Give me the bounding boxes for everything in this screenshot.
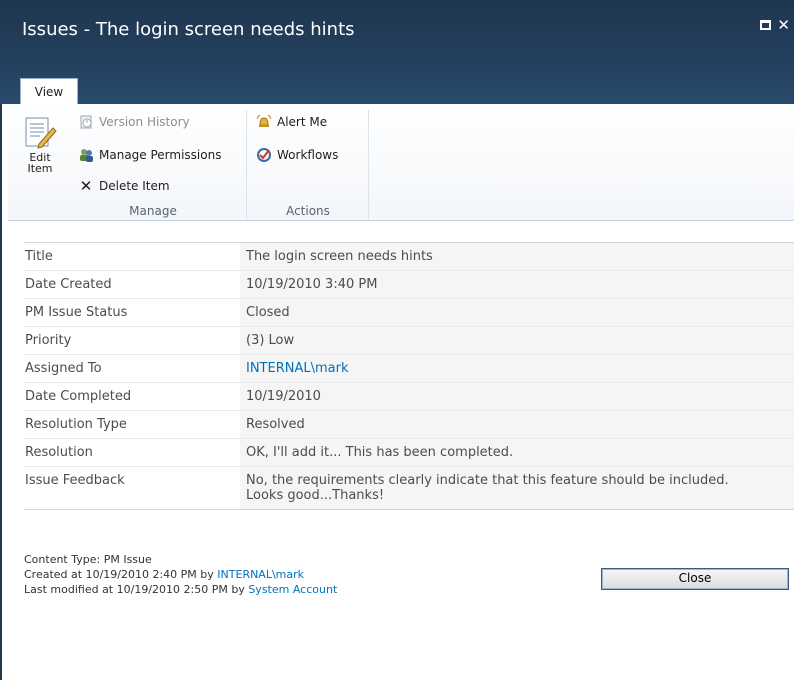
version-history-button[interactable]: Version History [78,112,190,132]
field-label: PM Issue Status [25,305,128,320]
feedback-line-1: No, the requirements clearly indicate th… [246,473,729,488]
close-button[interactable]: Close [601,568,789,590]
version-history-icon [80,115,92,129]
table-row: Resolution Type Resolved [24,411,794,439]
table-row: Assigned To INTERNAL\mark [24,355,794,383]
delete-item-button[interactable]: ✕ Delete Item [78,176,170,196]
group-divider [368,110,369,220]
maximize-icon[interactable] [760,20,772,30]
manage-permissions-button[interactable]: Manage Permissions [78,145,221,165]
field-value: Resolved [240,411,794,438]
delete-x-icon: ✕ [79,177,93,195]
people-icon [80,149,93,162]
field-label: Date Created [25,277,112,292]
assigned-to-link[interactable]: INTERNAL\mark [240,355,794,382]
created-by-link[interactable]: INTERNAL\mark [217,568,304,581]
table-row: Title The login screen needs hints [24,243,794,271]
table-row: PM Issue Status Closed [24,299,794,327]
alert-me-label: Alert Me [277,115,328,129]
close-icon[interactable]: ✕ [777,18,790,33]
field-label: Resolution [25,445,93,460]
edit-item-icon [25,117,57,149]
modified-by-link[interactable]: System Account [248,583,337,596]
field-label: Title [25,249,53,264]
field-value: Closed [240,299,794,326]
workflows-label: Workflows [277,148,339,162]
content-type-text: Content Type: PM Issue [24,553,152,566]
field-value: 10/19/2010 [240,383,794,410]
table-row: Date Created 10/19/2010 3:40 PM [24,271,794,299]
bell-icon [256,114,272,127]
table-row: Issue Feedback No, the requirements clea… [24,467,794,510]
version-history-label: Version History [99,115,190,129]
field-label: Assigned To [25,361,102,376]
workflow-icon [257,148,271,162]
tab-view[interactable]: View [20,78,78,105]
table-row: Priority (3) Low [24,327,794,355]
ribbon: Edit Item Version History Manage Permiss… [8,104,794,221]
item-metadata-footer: Content Type: PM Issue Created at 10/19/… [24,552,337,597]
manage-group-label: Manage [129,204,177,218]
field-value: No, the requirements clearly indicate th… [240,467,794,509]
dialog-title: Issues - The login screen needs hints [22,19,355,40]
table-row: Date Completed 10/19/2010 [24,383,794,411]
field-label: Resolution Type [25,417,127,432]
table-row: Resolution OK, I'll add it... This has b… [24,439,794,467]
field-value: The login screen needs hints [240,243,794,270]
field-label: Priority [25,333,72,348]
alert-me-button[interactable]: Alert Me [256,112,327,132]
feedback-line-2: Looks good...Thanks! [246,488,385,503]
group-divider [246,110,247,220]
delete-item-label: Delete Item [99,179,170,193]
field-label: Issue Feedback [25,473,125,488]
modified-prefix: Last modified at 10/19/2010 2:50 PM by [24,583,249,596]
field-value: 10/19/2010 3:40 PM [240,271,794,298]
created-prefix: Created at 10/19/2010 2:40 PM by [24,568,218,581]
edit-item-label-line2: Item [27,162,53,175]
workflows-button[interactable]: Workflows [256,145,338,165]
created-text: Created at 10/19/2010 2:40 PM by INTERNA… [24,567,337,582]
field-value: OK, I'll add it... This has been complet… [240,439,794,466]
edit-item-button[interactable]: Edit Item [20,116,60,174]
title-bar: Issues - The login screen needs hints ✕ [0,0,794,104]
item-properties-table: Title The login screen needs hints Date … [24,242,794,510]
modified-text: Last modified at 10/19/2010 2:50 PM by S… [24,582,337,597]
actions-group-label: Actions [286,204,330,218]
field-label: Date Completed [25,389,132,404]
manage-permissions-label: Manage Permissions [99,148,222,162]
field-value: (3) Low [240,327,794,354]
